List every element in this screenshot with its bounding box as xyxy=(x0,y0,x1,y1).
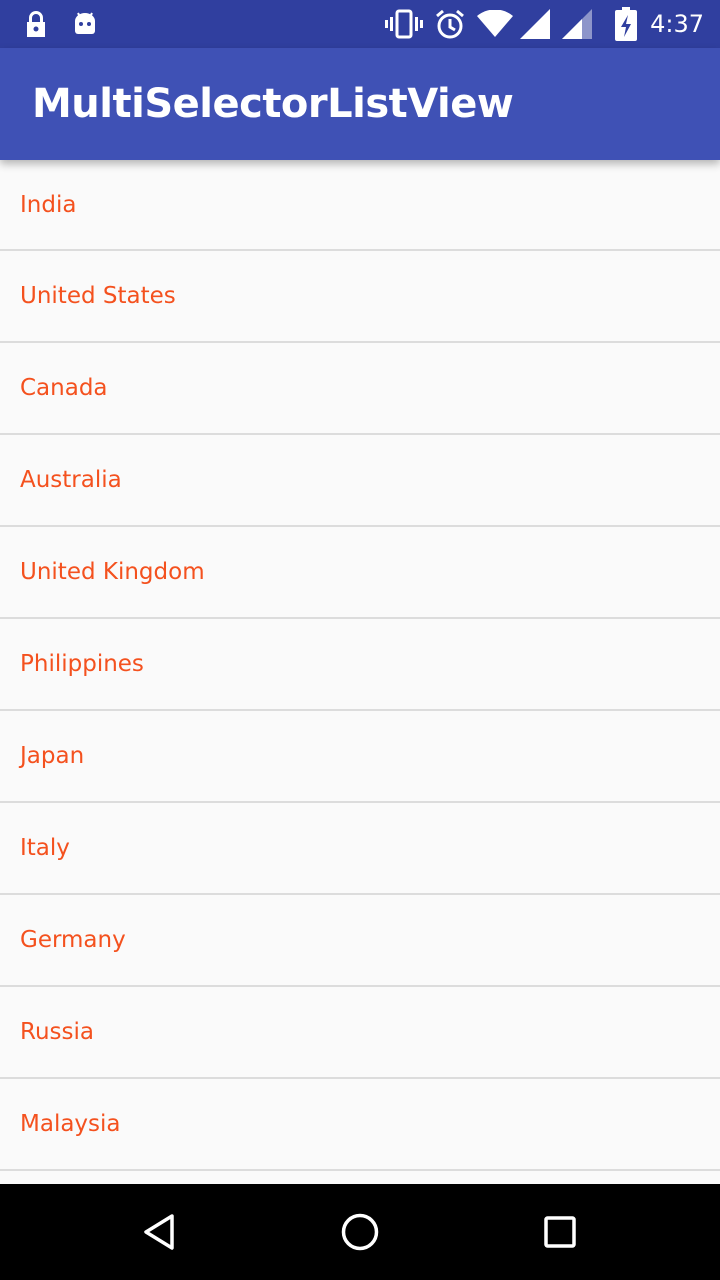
list-item-label: Philippines xyxy=(20,651,144,677)
status-time: 4:37 xyxy=(650,10,704,38)
android-icon xyxy=(72,0,98,48)
page-title: MultiSelectorListView xyxy=(32,81,514,127)
list-item[interactable]: Malaysia xyxy=(0,1079,720,1171)
list-item-label: Germany xyxy=(20,927,126,953)
list-item[interactable]: Italy xyxy=(0,803,720,895)
signal-icon xyxy=(562,0,594,48)
list-item[interactable]: United Kingdom xyxy=(0,527,720,619)
alarm-icon xyxy=(434,0,466,48)
list-item[interactable]: Germany xyxy=(0,895,720,987)
list-item[interactable]: Russia xyxy=(0,987,720,1079)
recents-button[interactable] xyxy=(500,1184,620,1280)
lock-icon xyxy=(24,0,48,48)
status-bar: 4:37 xyxy=(0,0,720,48)
list-item-label: Russia xyxy=(20,1019,94,1045)
home-button[interactable] xyxy=(300,1184,420,1280)
back-button[interactable] xyxy=(100,1184,220,1280)
home-icon xyxy=(341,1213,379,1251)
list-item[interactable]: India xyxy=(0,160,720,251)
list-item[interactable]: Japan xyxy=(0,711,720,803)
list-item-label: United Kingdom xyxy=(20,559,205,585)
navigation-bar xyxy=(0,1184,720,1280)
list-item-label: India xyxy=(20,191,77,218)
list-item-label: United States xyxy=(20,283,176,309)
list-item-label: Australia xyxy=(20,467,122,493)
list-item[interactable]: Australia xyxy=(0,435,720,527)
list-item-label: Japan xyxy=(20,743,85,769)
list-item[interactable]: United States xyxy=(0,251,720,343)
back-icon xyxy=(144,1214,174,1250)
list-item[interactable]: Philippines xyxy=(0,619,720,711)
list-item-label: Malaysia xyxy=(20,1111,121,1137)
list-item[interactable]: Canada xyxy=(0,343,720,435)
list-item-label: Canada xyxy=(20,375,108,401)
signal-icon xyxy=(520,0,552,48)
list-item-label: Italy xyxy=(20,835,70,861)
recents-icon xyxy=(544,1216,576,1248)
wifi-icon xyxy=(477,0,513,48)
app-bar: MultiSelectorListView xyxy=(0,48,720,160)
country-list[interactable]: India United States Canada Australia Uni… xyxy=(0,160,720,1184)
battery-charging-icon xyxy=(614,0,638,48)
vibrate-icon xyxy=(385,0,423,48)
